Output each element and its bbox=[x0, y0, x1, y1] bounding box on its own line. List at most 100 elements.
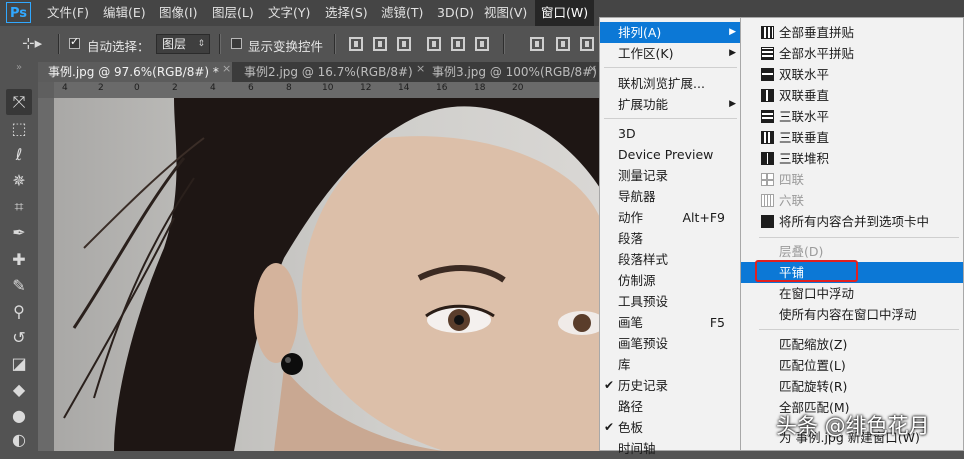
menu-item-measurement-log[interactable]: 测量记录 bbox=[600, 165, 741, 186]
photoshop-logo: Ps bbox=[6, 2, 31, 23]
menu-item-label: 导航器 bbox=[618, 189, 656, 204]
menu-edit[interactable]: 编辑(E) bbox=[103, 0, 146, 26]
close-icon[interactable]: × bbox=[222, 62, 231, 75]
menu-item-timeline[interactable]: 时间轴 bbox=[600, 438, 741, 459]
menu-file[interactable]: 文件(F) bbox=[47, 0, 89, 26]
ruler-mark: 16 bbox=[436, 83, 448, 93]
menu-item-float-in-window[interactable]: 在窗口中浮动 bbox=[741, 283, 963, 304]
clone-stamp-tool-icon[interactable]: ⚲ bbox=[6, 299, 32, 325]
eraser-tool-icon[interactable]: ◪ bbox=[6, 351, 32, 377]
move-tool-icon[interactable]: ⤧ bbox=[6, 89, 32, 115]
document-canvas[interactable] bbox=[54, 98, 600, 451]
move-tool-icon[interactable]: ⊹▸ bbox=[22, 34, 42, 52]
menu-item-match-zoom[interactable]: 匹配缩放(Z) bbox=[741, 334, 963, 355]
menu-item-consolidate-all-to-tabs[interactable]: 将所有内容合并到选项卡中 bbox=[741, 211, 963, 232]
menu-item-match-rotation[interactable]: 匹配旋转(R) bbox=[741, 376, 963, 397]
menu-item-swatches[interactable]: ✔ 色板 bbox=[600, 417, 741, 438]
menu-item-label: 段落 bbox=[618, 231, 644, 246]
tab-document-2[interactable]: 事例2.jpg @ 16.7%(RGB/8#) bbox=[234, 62, 424, 82]
menu-item-extensions[interactable]: 扩展功能 ▶ bbox=[600, 94, 741, 115]
menu-item-libraries[interactable]: 库 bbox=[600, 354, 741, 375]
menu-item-2-up-vertical[interactable]: 双联垂直 bbox=[741, 85, 963, 106]
menu-item-3d[interactable]: 3D bbox=[600, 123, 741, 144]
auto-select-checkbox[interactable] bbox=[69, 35, 80, 49]
menu-item-brush[interactable]: 画笔 F5 bbox=[600, 312, 741, 333]
vertical-ruler[interactable] bbox=[38, 98, 55, 451]
crop-tool-icon[interactable]: ⌗ bbox=[6, 194, 32, 220]
menu-item-label: 段落样式 bbox=[618, 252, 669, 267]
align-top-icon[interactable] bbox=[349, 37, 363, 51]
horizontal-ruler[interactable]: 4 2 0 2 4 6 8 10 12 14 16 18 20 bbox=[54, 82, 600, 99]
menu-item-3-up-horizontal[interactable]: 三联水平 bbox=[741, 106, 963, 127]
distribute-top-icon[interactable] bbox=[530, 37, 544, 51]
align-right-icon[interactable] bbox=[475, 37, 489, 51]
menu-type[interactable]: 文字(Y) bbox=[268, 0, 310, 26]
menu-view[interactable]: 视图(V) bbox=[484, 0, 527, 26]
menu-select[interactable]: 选择(S) bbox=[325, 0, 368, 26]
show-transform-label: 显示变换控件 bbox=[248, 39, 324, 54]
align-left-icon[interactable] bbox=[427, 37, 441, 51]
distribute-vcenter-icon[interactable] bbox=[556, 37, 570, 51]
menu-separator bbox=[759, 329, 959, 330]
menu-item-3-up-vertical[interactable]: 三联垂直 bbox=[741, 127, 963, 148]
tab-document-3[interactable]: 事例3.jpg @ 100%(RGB/8#) bbox=[422, 62, 600, 82]
menu-3d[interactable]: 3D(D) bbox=[437, 0, 474, 26]
menu-image[interactable]: 图像(I) bbox=[159, 0, 197, 26]
two-up-horizontal-icon bbox=[761, 68, 774, 81]
lasso-tool-icon[interactable]: ℓ bbox=[6, 142, 32, 168]
menu-item-tile-all-vertically[interactable]: 全部垂直拼贴 bbox=[741, 22, 963, 43]
tile-vertical-icon bbox=[761, 26, 774, 39]
menu-item-2-up-horizontal[interactable]: 双联水平 bbox=[741, 64, 963, 85]
menu-item-brush-presets[interactable]: 画笔预设 bbox=[600, 333, 741, 354]
paint-bucket-tool-icon[interactable]: ◆ bbox=[6, 377, 32, 403]
menu-filter[interactable]: 滤镜(T) bbox=[381, 0, 423, 26]
menu-separator bbox=[759, 237, 959, 238]
menu-item-browse-extensions[interactable]: 联机浏览扩展... bbox=[600, 73, 741, 94]
healing-brush-tool-icon[interactable]: ✚ bbox=[6, 247, 32, 273]
menu-item-history[interactable]: ✔ 历史记录 bbox=[600, 375, 741, 396]
menu-item-paths[interactable]: 路径 bbox=[600, 396, 741, 417]
distribute-bottom-icon[interactable] bbox=[580, 37, 594, 51]
menu-item-paragraph-styles[interactable]: 段落样式 bbox=[600, 249, 741, 270]
two-up-vertical-icon bbox=[761, 89, 774, 102]
menu-item-paragraph[interactable]: 段落 bbox=[600, 228, 741, 249]
watermark-text: 头条 @绯色花月 bbox=[776, 414, 930, 438]
menu-item-match-location[interactable]: 匹配位置(L) bbox=[741, 355, 963, 376]
align-vcenter-icon[interactable] bbox=[373, 37, 387, 51]
eyedropper-tool-icon[interactable]: ✒ bbox=[6, 220, 32, 246]
menu-item-label: 在窗口中浮动 bbox=[779, 286, 855, 301]
ruler-mark: 12 bbox=[360, 83, 372, 93]
menu-window[interactable]: 窗口(W) bbox=[535, 0, 595, 26]
align-bottom-icon[interactable] bbox=[397, 37, 411, 51]
menu-item-tile-all-horizontally[interactable]: 全部水平拼贴 bbox=[741, 43, 963, 64]
menu-item-device-preview[interactable]: Device Preview bbox=[600, 144, 741, 165]
menu-layer[interactable]: 图层(L) bbox=[212, 0, 254, 26]
menu-item-label: 时间轴 bbox=[618, 441, 656, 456]
history-brush-tool-icon[interactable]: ↺ bbox=[6, 325, 32, 351]
marquee-tool-icon[interactable]: ⬚ bbox=[6, 116, 32, 142]
menu-item-3-up-stacked[interactable]: 三联堆积 bbox=[741, 148, 963, 169]
menu-item-cascade: 层叠(D) bbox=[741, 241, 963, 262]
ruler-origin[interactable] bbox=[38, 82, 54, 98]
menu-item-actions[interactable]: 动作 Alt+F9 bbox=[600, 207, 741, 228]
menu-item-6-up: 六联 bbox=[741, 190, 963, 211]
menu-item-arrange[interactable]: 排列(A) ▶ bbox=[600, 22, 741, 43]
magic-wand-tool-icon[interactable]: ✵ bbox=[6, 168, 32, 194]
menu-item-clone-source[interactable]: 仿制源 bbox=[600, 270, 741, 291]
toolbox-grip-icon[interactable]: » bbox=[6, 62, 32, 74]
ruler-mark: 2 bbox=[172, 83, 178, 93]
blur-tool-icon[interactable]: ● bbox=[6, 403, 32, 429]
show-transform-checkbox[interactable] bbox=[231, 38, 242, 49]
auto-select-target-dropdown[interactable]: 图层 ⇕ bbox=[156, 34, 210, 54]
menu-item-tool-presets[interactable]: 工具预设 bbox=[600, 291, 741, 312]
tab-document-1[interactable]: 事例.jpg @ 97.6%(RGB/8#) * bbox=[38, 62, 232, 82]
align-hcenter-icon[interactable] bbox=[451, 37, 465, 51]
dodge-tool-icon[interactable]: ◐ bbox=[6, 427, 32, 453]
menu-item-float-all-in-windows[interactable]: 使所有内容在窗口中浮动 bbox=[741, 304, 963, 325]
tab-label: 事例.jpg @ 97.6%(RGB/8#) * bbox=[48, 65, 219, 79]
menu-item-navigator[interactable]: 导航器 bbox=[600, 186, 741, 207]
brush-tool-icon[interactable]: ✎ bbox=[6, 273, 32, 299]
menu-item-workspace[interactable]: 工作区(K) ▶ bbox=[600, 43, 741, 64]
menu-item-label: 库 bbox=[618, 357, 631, 372]
close-icon[interactable]: × bbox=[588, 62, 597, 75]
